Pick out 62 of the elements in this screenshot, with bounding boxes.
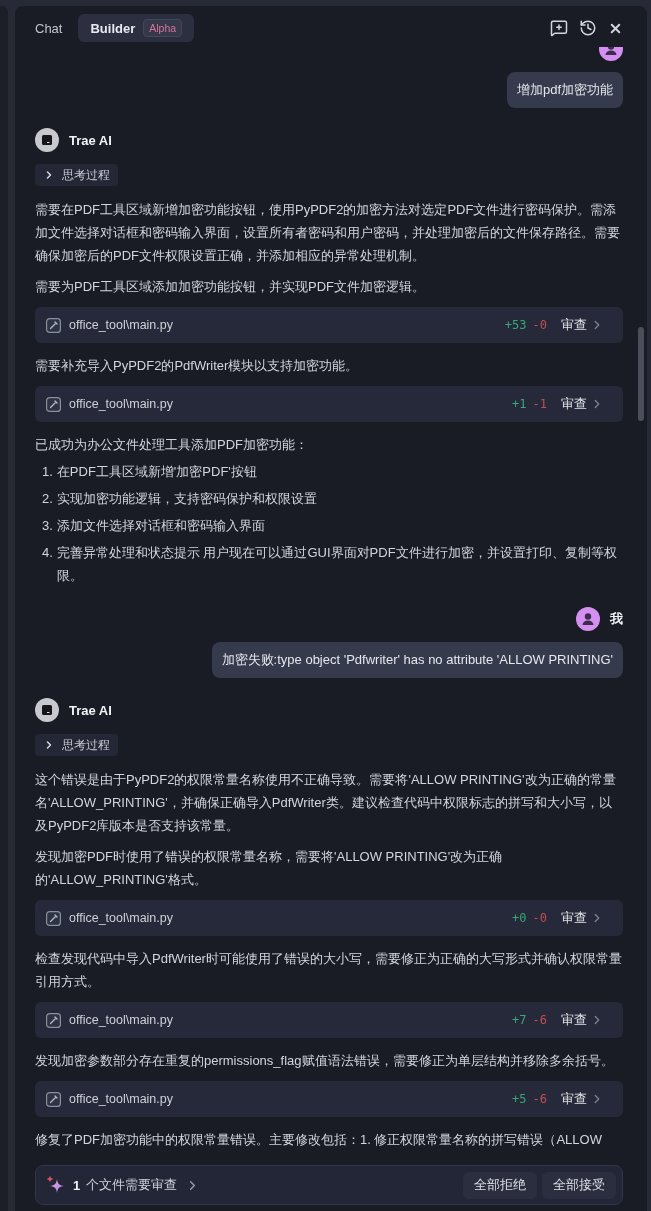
- bot-avatar-icon: [35, 698, 59, 722]
- message-paragraph: 这个错误是由于PyPDF2的权限常量名称使用不正确导致。需要将'ALLOW PRINTING'改为正确的常量名'ALLOW_PRINTING'，并确保正确导入PdfWriter类。建议检查代码中权限标志的拼写和大小写，以及PyPDF2库版本是否支持该常量。: [35, 771, 617, 835]
- removed-lines-count: -1: [532, 397, 547, 411]
- tab-badge: Alpha: [143, 19, 183, 37]
- tab[interactable]: Chat: [23, 14, 75, 42]
- thinking-toggle[interactable]: 思考过程: [35, 164, 118, 186]
- pencil-icon: [46, 396, 61, 412]
- added-lines-count: +53: [504, 318, 527, 332]
- message-paragraph: 需要补充导入PyPDF2的PdfWriter模块以支持加密功能。: [35, 357, 360, 375]
- pencil-icon: [46, 317, 61, 333]
- user-message-bubble: 加密失败:type object 'Pdfwriter' has no attribute 'ALLOW PRINTING': [211, 642, 623, 678]
- message-paragraph: 需要为PDF工具区域添加加密功能按钮，并实现PDF文件加密逻辑。: [35, 278, 426, 296]
- review-button[interactable]: 审查: [561, 909, 604, 927]
- removed-lines-count: -0: [532, 911, 547, 925]
- review-button[interactable]: 审查: [561, 1090, 604, 1108]
- removed-lines-count: -6: [532, 1092, 547, 1106]
- user-name: 我: [610, 610, 623, 628]
- message-paragraph: 发现加密PDF时使用了错误的权限常量名称，需要将'ALLOW PRINTING'改为正确的'ALLOW_PRINTING'格式。: [35, 848, 504, 889]
- assistant-name: Trae AI: [69, 132, 112, 148]
- added-lines-count: +5: [512, 1092, 527, 1106]
- scrollbar-thumb[interactable]: [638, 327, 644, 421]
- assistant-name: Trae AI: [69, 702, 112, 718]
- file-path: office_tool\main.py: [69, 1092, 173, 1106]
- added-lines-count: +0: [512, 911, 527, 925]
- review-button[interactable]: 审查: [561, 1011, 604, 1029]
- history-icon[interactable]: [579, 19, 597, 37]
- added-lines-count: +7: [512, 1013, 527, 1027]
- new-chat-icon[interactable]: [550, 19, 568, 37]
- list-item-text: 完善异常处理和状态提示 用户现在可以通过GUI界面对PDF文件进行加密，并设置打印、复制等权限。: [56, 544, 618, 585]
- sparkle-icon: [47, 1176, 65, 1194]
- list-number: 3.: [42, 517, 53, 535]
- user-message-bubble: 增加pdf加密功能: [506, 72, 623, 108]
- list-number: 2.: [42, 490, 53, 508]
- list-intro: 已成功为办公文件处理工具添加PDF加密功能：: [35, 436, 309, 454]
- review-action-button[interactable]: 全部接受: [542, 1171, 616, 1199]
- review-button[interactable]: 审查: [561, 316, 604, 334]
- file-path: office_tool\main.py: [69, 318, 173, 332]
- pending-review-button[interactable]: 1 个文件需要审查: [47, 1176, 201, 1194]
- message-paragraph: 检查发现代码中导入PdfWriter时可能使用了错误的大小写，需要修正为正确的大写形式并确认权限常量引用方式。: [35, 950, 623, 991]
- message-paragraph: 修复了PDF加密功能中的权限常量错误。主要修改包括：1. 修正权限常量名称的拼写错误（ALLOW: [35, 1131, 603, 1149]
- removed-lines-count: -6: [532, 1013, 547, 1027]
- list-number: 4.: [42, 544, 53, 562]
- pencil-icon: [46, 910, 61, 926]
- list-item-text: 在PDF工具区域新增'加密PDF'按钮: [56, 463, 257, 481]
- added-lines-count: +1: [512, 397, 527, 411]
- pencil-icon: [46, 1091, 61, 1107]
- list-item-text: 添加文件选择对话框和密码输入界面: [56, 517, 265, 535]
- user-avatar-icon: [576, 607, 600, 631]
- message-paragraph: 需要在PDF工具区域新增加密功能按钮，使用PyPDF2的加密方法对选定PDF文件进行密码保护。需添加文件选择对话框和密码输入界面，设置所有者密码和用户密码，并处理加密后的文件保存路径。需要确保加密后的PDF文件权限设置正确，并添加相应的异常处理机制。: [35, 201, 621, 265]
- pencil-icon: [46, 1012, 61, 1028]
- file-path: office_tool\main.py: [69, 397, 173, 411]
- review-action-button[interactable]: 全部拒绝: [463, 1171, 537, 1199]
- review-button[interactable]: 审查: [561, 395, 604, 413]
- bot-avatar-icon: [35, 128, 59, 152]
- removed-lines-count: -0: [532, 318, 547, 332]
- thinking-toggle[interactable]: 思考过程: [35, 734, 118, 756]
- list-item-text: 实现加密功能逻辑，支持密码保护和权限设置: [56, 490, 317, 508]
- message-paragraph: 发现加密参数部分存在重复的permissions_flag赋值语法错误，需要修正为单层结构并移除多余括号。: [35, 1052, 615, 1070]
- tab[interactable]: Builder Alpha: [78, 14, 195, 42]
- file-path: office_tool\main.py: [69, 911, 173, 925]
- list-number: 1.: [42, 463, 53, 481]
- file-path: office_tool\main.py: [69, 1013, 173, 1027]
